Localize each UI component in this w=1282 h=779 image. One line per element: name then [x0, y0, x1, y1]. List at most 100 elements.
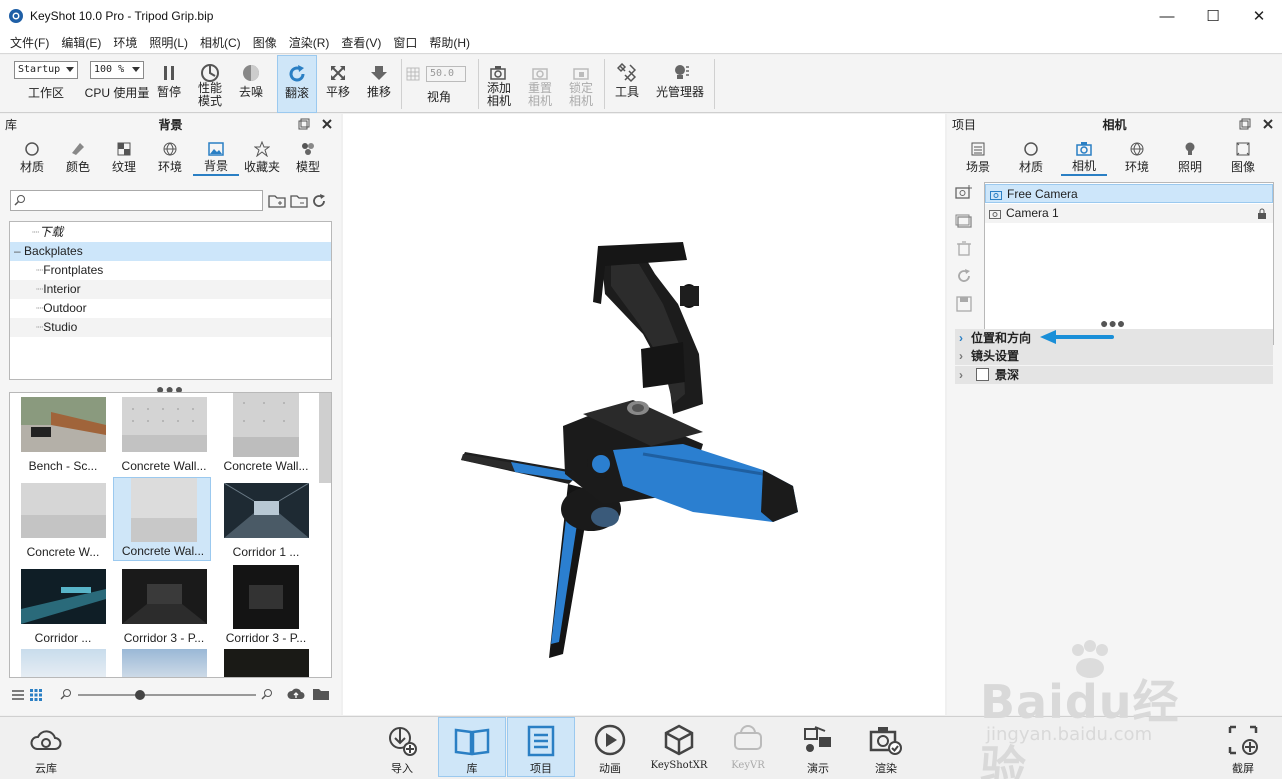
menu-window[interactable]: 窗口: [387, 33, 423, 53]
thumbnail-size-slider[interactable]: [78, 694, 256, 696]
menu-help[interactable]: 帮助(H): [423, 33, 476, 53]
library-toggle-button[interactable]: 库: [438, 717, 506, 777]
tab-project-materials[interactable]: 材质: [1008, 138, 1054, 176]
import-folder-icon[interactable]: [312, 686, 330, 702]
delete-icon[interactable]: [956, 240, 972, 256]
add-camera-button[interactable]: 添加 相机: [482, 55, 516, 113]
cloud-library-button[interactable]: 云库: [22, 717, 70, 777]
performance-mode-button[interactable]: 性能 模式: [192, 55, 228, 113]
thumbnail-item[interactable]: Corridor 3 - P...: [115, 565, 213, 649]
tab-image[interactable]: 图像: [1220, 138, 1266, 176]
thumbnail-item-selected[interactable]: Concrete Wal...: [113, 477, 211, 561]
menu-edit[interactable]: 编辑(E): [55, 33, 107, 53]
close-button[interactable]: ✕: [1236, 0, 1282, 32]
depth-of-field-checkbox[interactable]: [976, 368, 989, 381]
list-view-icon[interactable]: [12, 689, 24, 701]
keyvr-button[interactable]: KeyVR: [724, 717, 772, 777]
minimize-button[interactable]: —: [1144, 0, 1190, 32]
add-camera-icon[interactable]: [955, 184, 973, 200]
light-bulb-icon: [675, 65, 689, 79]
render-button[interactable]: 渲染: [862, 717, 910, 777]
save-icon[interactable]: [956, 296, 972, 312]
thumbnail-item[interactable]: Concrete Wall...: [115, 393, 213, 477]
reset-camera-button[interactable]: 重置 相机: [522, 55, 558, 113]
lock-camera-button[interactable]: 锁定 相机: [563, 55, 599, 113]
tree-item-downloads[interactable]: ┈下载: [10, 223, 331, 242]
field-of-view-input[interactable]: 50.0: [426, 66, 466, 82]
tab-camera[interactable]: 相机: [1061, 138, 1107, 176]
tab-backgrounds[interactable]: 背景: [193, 138, 239, 176]
thumbnail-item[interactable]: Corridor ...: [14, 565, 112, 649]
zoom-in-icon[interactable]: [261, 688, 273, 700]
menu-camera[interactable]: 相机(C): [194, 33, 247, 53]
render-viewport[interactable]: [343, 114, 945, 715]
tab-scene[interactable]: 场景: [955, 138, 1001, 176]
screenshot-button[interactable]: 截屏: [1219, 717, 1267, 777]
thumbnail-partial[interactable]: [224, 649, 309, 677]
tab-environment[interactable]: 环境: [1114, 138, 1160, 176]
screenshot-icon: [1228, 725, 1258, 755]
section-position-orientation[interactable]: › 位置和方向: [955, 329, 1273, 347]
light-manager-button[interactable]: 光管理器: [652, 55, 708, 113]
dolly-button[interactable]: 推移: [362, 55, 396, 113]
animation-button[interactable]: 动画: [586, 717, 634, 777]
grid-view-icon[interactable]: [30, 689, 42, 701]
tab-lighting[interactable]: 照明: [1167, 138, 1213, 176]
menu-environment[interactable]: 环境: [107, 33, 143, 53]
tab-colors[interactable]: 颜色: [55, 138, 101, 176]
undock-icon[interactable]: [298, 118, 310, 130]
tab-materials[interactable]: 材质: [9, 138, 55, 176]
thumbnail-item[interactable]: Corridor 1 ...: [217, 479, 315, 563]
undock-icon[interactable]: [1239, 118, 1251, 130]
menu-render[interactable]: 渲染(R): [283, 33, 336, 53]
menu-view[interactable]: 查看(V): [335, 33, 387, 53]
menu-lighting[interactable]: 照明(L): [143, 33, 194, 53]
menu-image[interactable]: 图像: [247, 33, 283, 53]
thumbnail-partial[interactable]: [21, 649, 106, 677]
tree-item-outdoor[interactable]: ┈Outdoor: [10, 299, 331, 318]
keyshotxr-button[interactable]: KeyShotXR: [648, 717, 710, 777]
menu-file[interactable]: 文件(F): [4, 33, 55, 53]
duplicate-camera-icon[interactable]: [955, 212, 973, 228]
denoise-button[interactable]: 去噪: [234, 55, 268, 113]
section-depth-of-field[interactable]: › 景深: [955, 366, 1273, 384]
close-panel-icon[interactable]: [321, 118, 333, 130]
tab-models[interactable]: 模型: [285, 138, 331, 176]
camera-item-free[interactable]: Free Camera: [985, 184, 1273, 203]
library-search-input[interactable]: [10, 190, 263, 211]
tree-item-frontplates[interactable]: ┈Frontplates: [10, 261, 331, 280]
pan-button[interactable]: 平移: [322, 55, 354, 113]
tools-button[interactable]: 工具: [608, 55, 646, 113]
project-toggle-button[interactable]: 项目: [507, 717, 575, 777]
section-lens-settings[interactable]: › 镜头设置: [955, 347, 1273, 365]
tab-favorites[interactable]: 收藏夹: [239, 138, 285, 176]
tumble-button[interactable]: 翻滚: [277, 55, 317, 113]
thumbnail-item[interactable]: Concrete W...: [14, 479, 112, 563]
tripod-grip-model[interactable]: [343, 114, 945, 715]
cloud-upload-icon[interactable]: [287, 686, 305, 702]
tree-item-studio[interactable]: ┈Studio: [10, 318, 331, 337]
maximize-button[interactable]: ☐: [1190, 0, 1236, 32]
remove-folder-icon[interactable]: [290, 193, 308, 209]
slider-handle[interactable]: [135, 690, 145, 700]
import-button[interactable]: 导入: [378, 717, 426, 777]
close-panel-icon[interactable]: [1262, 118, 1274, 130]
thumbnail-item[interactable]: Bench - Sc...: [14, 393, 112, 477]
present-button[interactable]: 演示: [794, 717, 842, 777]
thumbnail-item[interactable]: Corridor 3 - P...: [217, 565, 315, 649]
tab-textures[interactable]: 纹理: [101, 138, 147, 176]
tab-environments[interactable]: 环境: [147, 138, 193, 176]
zoom-out-icon[interactable]: [60, 688, 72, 700]
thumbnail-scrollbar[interactable]: [319, 393, 331, 483]
camera-item-1[interactable]: Camera 1: [985, 204, 1273, 223]
thumbnail-partial[interactable]: [122, 649, 207, 677]
refresh-icon[interactable]: [312, 194, 326, 208]
reset-icon[interactable]: [956, 268, 972, 284]
tree-item-interior[interactable]: ┈Interior: [10, 280, 331, 299]
pause-button[interactable]: 暂停: [152, 55, 186, 113]
tree-item-backplates[interactable]: – Backplates: [10, 242, 331, 261]
tools-icon: [617, 63, 637, 83]
thumbnail-item[interactable]: Concrete Wall...: [217, 393, 315, 477]
lock-icon[interactable]: [1257, 208, 1267, 220]
add-folder-icon[interactable]: [268, 193, 286, 209]
